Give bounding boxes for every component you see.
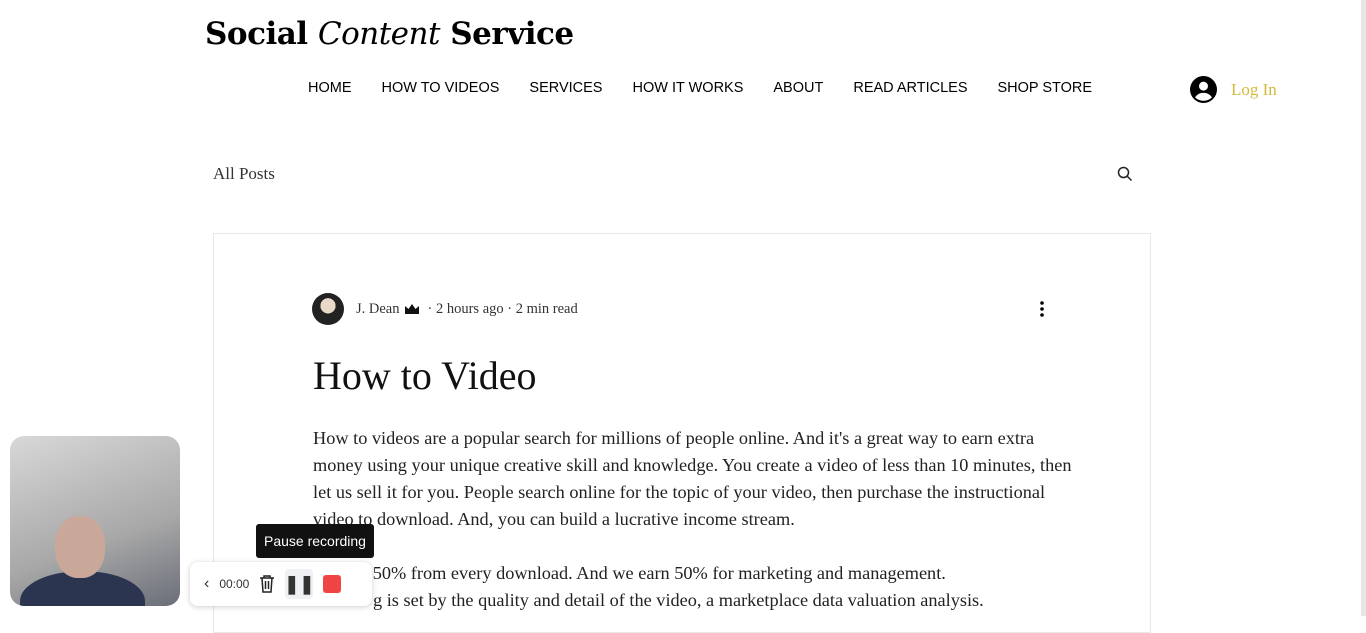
login-button[interactable]: Log In xyxy=(1190,76,1277,103)
author-avatar[interactable] xyxy=(312,293,344,325)
read-time: 2 min read xyxy=(515,300,578,317)
trash-icon[interactable] xyxy=(259,575,275,593)
pause-icon: ❚❚ xyxy=(284,573,315,594)
webcam-preview[interactable] xyxy=(10,436,180,606)
logo-text-italic: Content xyxy=(317,16,441,52)
nav-home[interactable]: HOME xyxy=(308,80,352,96)
search-icon[interactable] xyxy=(1117,166,1133,182)
main-nav: HOME HOW TO VIDEOS SERVICES HOW IT WORKS… xyxy=(308,80,1092,96)
nav-services[interactable]: SERVICES xyxy=(529,80,602,96)
all-posts-link[interactable]: All Posts xyxy=(213,164,275,184)
collapse-chevron-icon[interactable]: ‹ xyxy=(204,575,209,593)
user-icon xyxy=(1190,76,1217,103)
author-name[interactable]: J. Dean xyxy=(356,301,400,318)
recording-toolbar: ‹ 00:00 ❚❚ xyxy=(190,562,372,606)
post-line: n 50% from every download. And we earn 5… xyxy=(359,563,946,583)
recording-timer: 00:00 xyxy=(219,577,250,591)
post-meta: J. Dean · 2 hours ago · 2 min read xyxy=(312,293,578,325)
post-time: 2 hours ago xyxy=(435,300,504,317)
nav-about[interactable]: ABOUT xyxy=(773,80,823,96)
site-logo[interactable]: Social Content Service xyxy=(205,16,574,52)
logo-text: Social xyxy=(205,16,318,52)
login-label: Log In xyxy=(1231,79,1277,99)
logo-text: Service xyxy=(439,16,574,52)
stop-button[interactable] xyxy=(323,575,342,593)
post-title: How to Video xyxy=(313,353,537,398)
separator: · xyxy=(503,300,516,317)
nav-how-to-videos[interactable]: HOW TO VIDEOS xyxy=(382,80,500,96)
pause-button[interactable]: ❚❚ xyxy=(284,569,315,599)
scrollbar[interactable] xyxy=(1361,0,1366,616)
nav-how-it-works[interactable]: HOW IT WORKS xyxy=(632,80,743,96)
more-options-icon[interactable] xyxy=(1036,300,1048,318)
nav-shop-store[interactable]: SHOP STORE xyxy=(998,80,1093,96)
nav-read-articles[interactable]: READ ARTICLES xyxy=(853,80,967,96)
crown-icon xyxy=(404,304,419,314)
post-paragraph: How to videos are a popular search for m… xyxy=(313,428,1072,529)
webcam-person-head xyxy=(55,516,105,578)
separator: · xyxy=(427,300,436,317)
pause-tooltip: Pause recording xyxy=(256,524,374,558)
post-line: g is set by the quality and detail of th… xyxy=(373,590,984,610)
post-paragraph-2: n 50% from every download. And we earn 5… xyxy=(313,560,984,614)
